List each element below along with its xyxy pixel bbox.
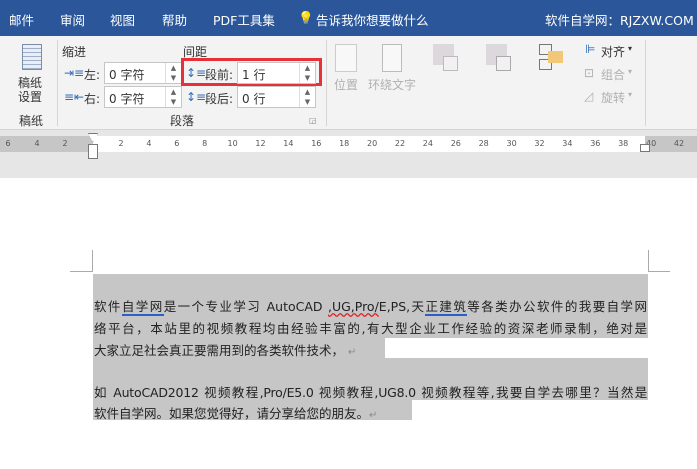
indent-title: 缩进	[62, 45, 87, 59]
ribbon: 稿纸设置 稿纸 缩进 ⇥≡ 左: 0 字符 ▲ ▼ ≡⇤ 右: 0 字符 ▲ ▼ 间距 …	[0, 36, 697, 130]
ruler-tick: 2	[62, 139, 68, 148]
ruler-tick: 20	[367, 139, 378, 148]
space-after-value: 0 行	[242, 92, 266, 106]
ruler-tick: 12	[255, 139, 266, 148]
paragraph-mark: ↵	[348, 347, 357, 358]
paragraph-2-line-2: 软件自学网。如果您觉得好，请分享给您的朋友。↵	[94, 406, 378, 421]
right-indent-marker[interactable]	[640, 144, 650, 152]
ruler-tick: 22	[394, 139, 406, 148]
dialog-launcher-icon[interactable]: ◲	[309, 116, 317, 125]
paragraph-2-line-1: 如 AutoCAD2012 视频教程,Pro/E5.0 视频教程,UG8.0 视…	[94, 385, 647, 400]
ruler-tick: 38	[618, 139, 629, 148]
tab-review[interactable]: 审阅	[60, 10, 85, 29]
space-after-label: 段后:	[205, 92, 234, 106]
brand-text: 软件自学网：RJZXW.COM	[545, 13, 694, 28]
lightbulb-icon: 💡	[298, 10, 314, 25]
paragraph-mark: ↵	[369, 410, 378, 421]
ruler-tick: 6	[174, 139, 180, 148]
group-button[interactable]: 组合	[601, 66, 625, 83]
indent-right-icon: ≡⇤	[64, 90, 85, 104]
space-before-input[interactable]: 1 行 ▲ ▼	[237, 62, 316, 84]
space-before-icon: ↕≡	[186, 66, 207, 80]
ruler-tick: 26	[450, 139, 461, 148]
ruler-tick: 34	[562, 139, 573, 148]
group-icon: ⊡	[584, 66, 595, 80]
ruler-tick: 16	[311, 139, 322, 148]
space-after-icon: ↕≡	[186, 90, 207, 104]
tab-view[interactable]: 视图	[110, 10, 135, 29]
indent-right-label: 右:	[84, 92, 101, 106]
tab-pdf-tools[interactable]: PDF工具集	[213, 10, 275, 29]
paragraph-1-line-2: 络平台，本站里的视频教程均由经验丰富的,有大型企业工作经验的资深老师录制，绝对是	[94, 321, 647, 336]
ruler-tick: 2	[118, 139, 124, 148]
wrap-text-icon	[382, 44, 402, 72]
ribbon-tab-bar: 邮件 审阅 视图 帮助 PDF工具集 💡 告诉我你想要做什么 软件自学网：RJZ…	[0, 0, 697, 36]
indent-left-input[interactable]: 0 字符 ▲ ▼	[104, 62, 182, 84]
manuscript-group-label: 稿纸	[19, 114, 44, 128]
left-indent-marker[interactable]	[88, 144, 98, 159]
ruler-tick: 10	[227, 139, 238, 148]
ruler-tick: 4	[146, 139, 152, 148]
ruler-tick: 32	[534, 139, 545, 148]
position-icon	[335, 44, 357, 72]
rotate-button[interactable]: 旋转	[601, 89, 625, 106]
manuscript-settings-button[interactable]: 稿纸设置	[18, 76, 46, 104]
indent-left-value: 0 字符	[109, 68, 145, 82]
ruler-tick: 42	[673, 139, 685, 148]
paragraph-group-label: 段落	[170, 114, 195, 128]
indent-left-icon: ⇥≡	[64, 66, 85, 80]
space-before-label: 段前:	[205, 68, 234, 82]
position-button[interactable]: 位置	[334, 76, 358, 93]
indent-left-label: 左:	[84, 68, 101, 82]
ruler-tick: 28	[478, 139, 489, 148]
ruler-tick: 8	[202, 139, 208, 148]
ruler-tick: 6	[5, 139, 11, 148]
ruler-tick: 36	[590, 139, 601, 148]
ruler-tick: 24	[422, 139, 433, 148]
tell-me-search[interactable]: 告诉我你想要做什么	[316, 10, 429, 29]
paragraph-1-line-3: 大家立足社会真正要需用到的各类软件技术， ↵	[94, 343, 357, 358]
space-before-value: 1 行	[242, 68, 266, 82]
paragraph-1-line-1: 软件自学网是一个专业学习 AutoCAD ,UG,Pro/E,PS,天正建筑等各…	[94, 299, 647, 316]
rotate-icon: ◿	[584, 89, 594, 103]
ruler-tick: 30	[506, 139, 517, 148]
ruler-tick: 14	[283, 139, 294, 148]
align-icon: ⊫	[585, 42, 596, 56]
indent-right-value: 0 字符	[109, 92, 145, 106]
indent-right-input[interactable]: 0 字符 ▲ ▼	[104, 86, 182, 108]
ruler-tick: 18	[339, 139, 350, 148]
align-button[interactable]: 对齐	[601, 43, 625, 60]
tab-help[interactable]: 帮助	[162, 10, 187, 29]
tab-mailings[interactable]: 邮件	[9, 10, 34, 29]
ruler-tick: 4	[34, 139, 40, 148]
space-after-input[interactable]: 0 行 ▲ ▼	[237, 86, 316, 108]
wrap-text-button[interactable]: 环绕文字	[368, 76, 416, 93]
manuscript-icon	[22, 44, 42, 70]
